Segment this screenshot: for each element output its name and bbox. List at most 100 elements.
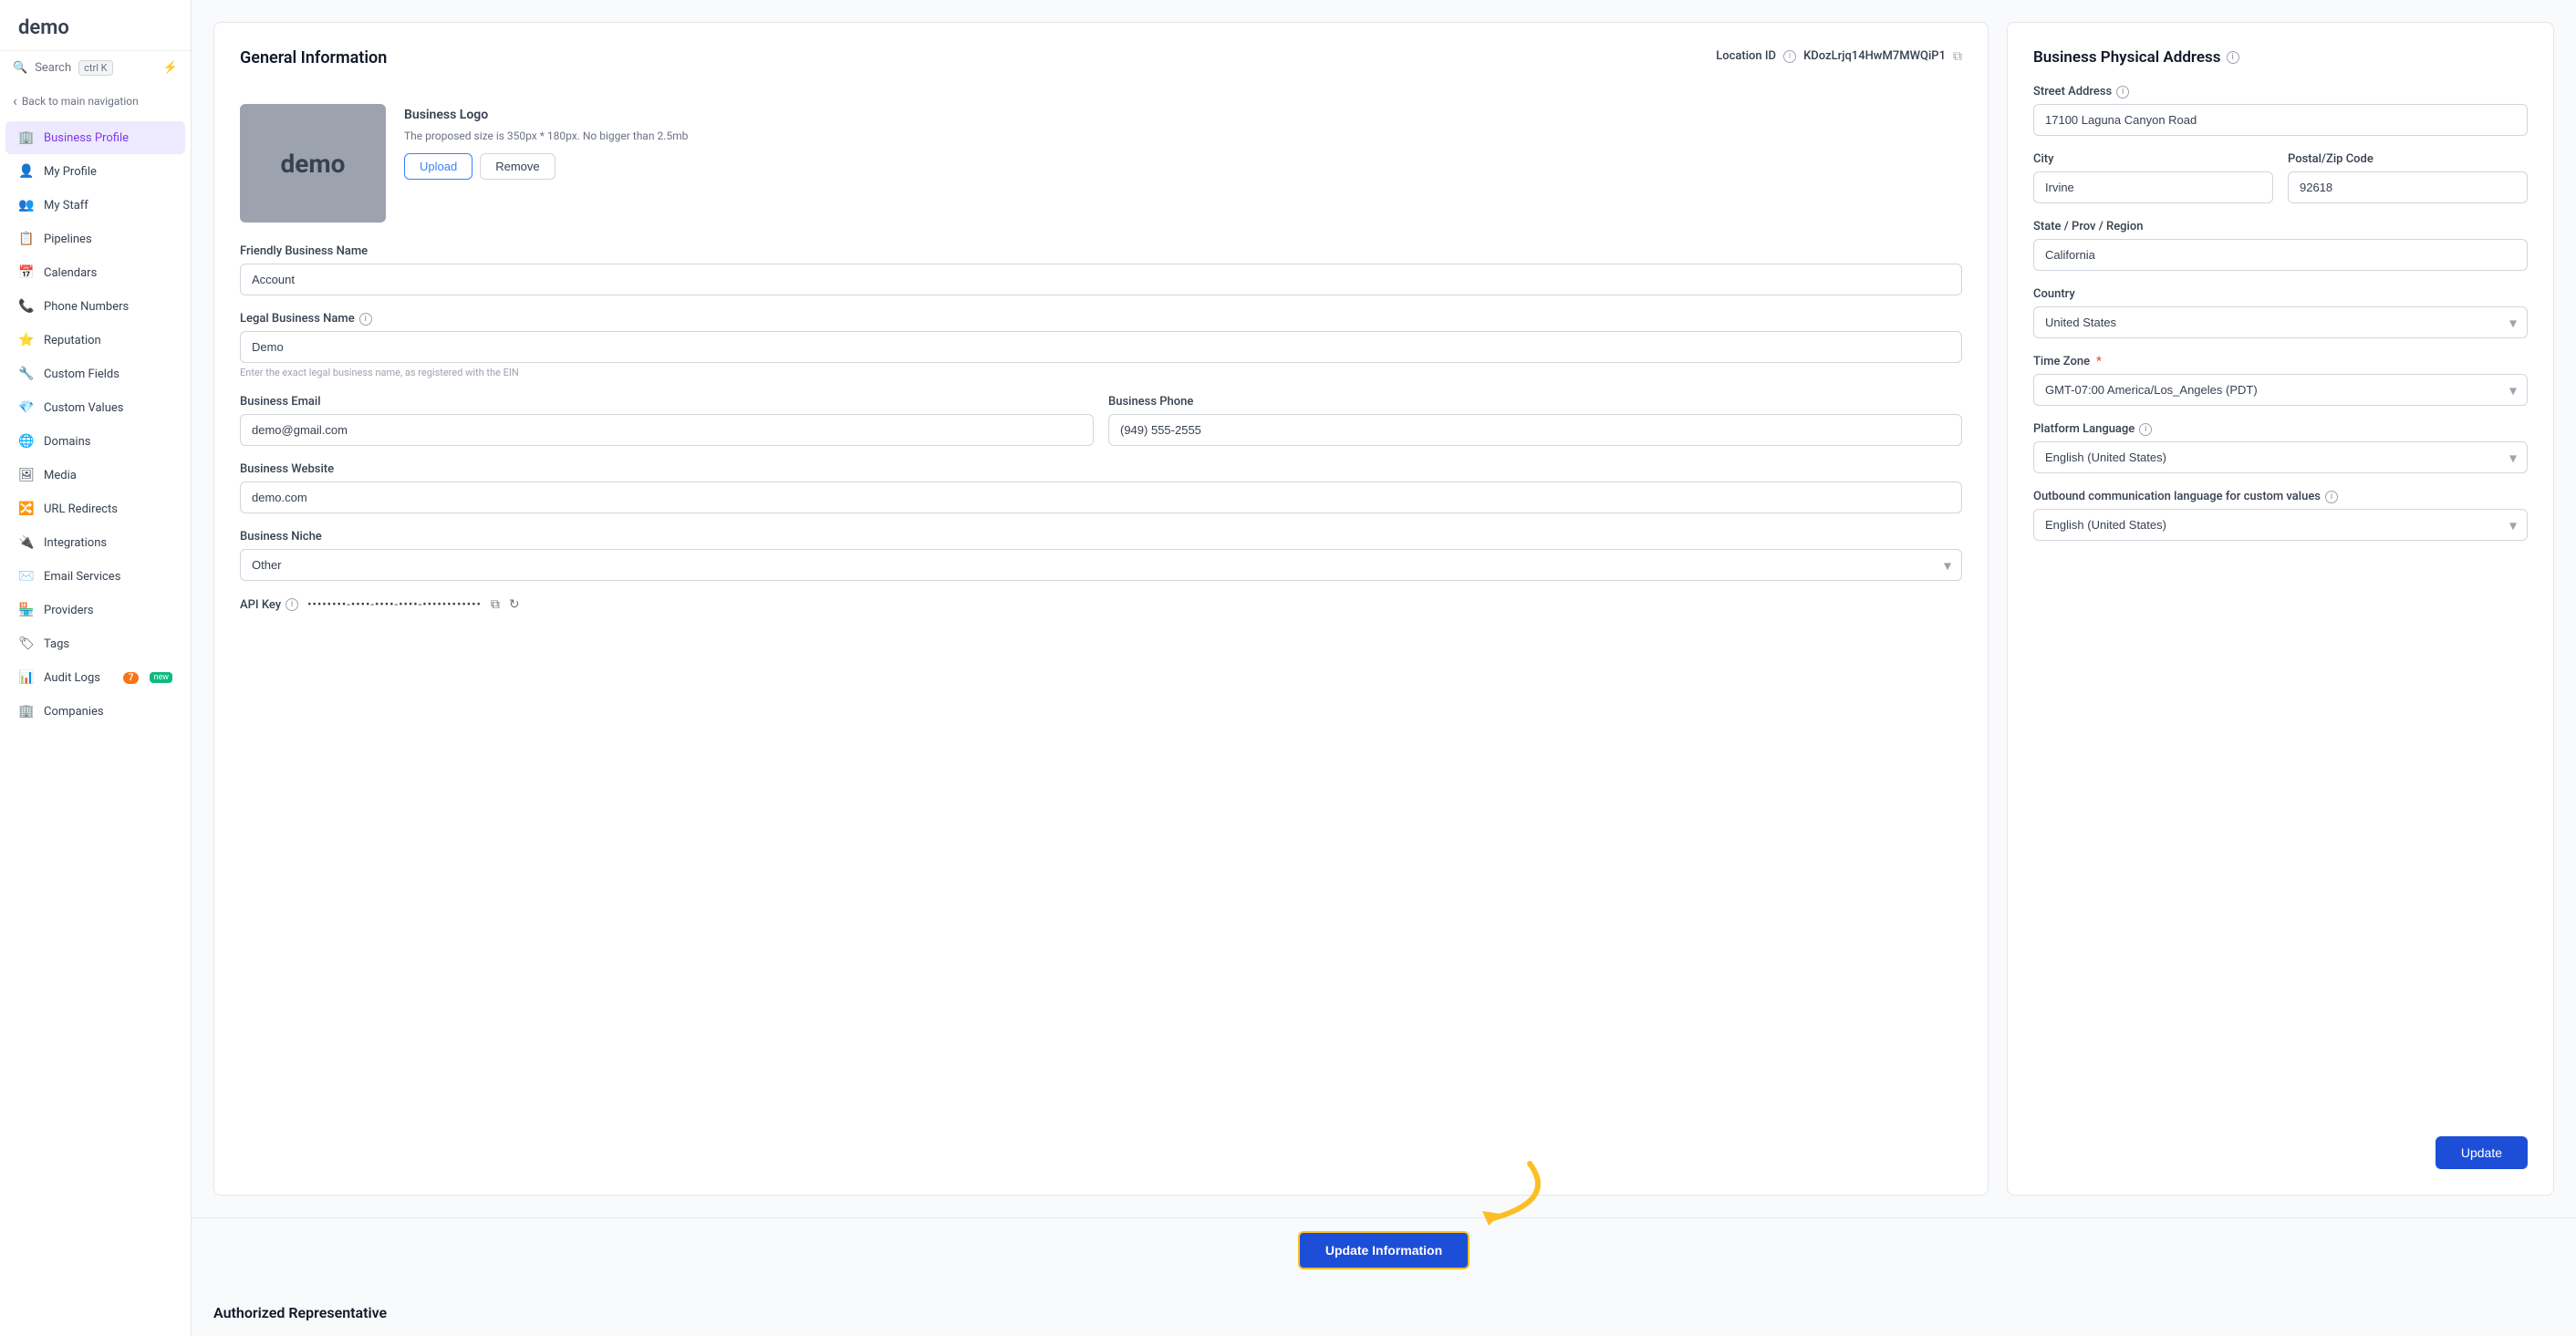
sidebar-item-label-pipelines: Pipelines [44,233,92,246]
sidebar-item-label-providers: Providers [44,604,94,617]
outbound-comm-select[interactable]: English (United States) [2033,509,2528,541]
city-postal-row: City Postal/Zip Code [2033,152,2528,220]
sidebar-item-email-services[interactable]: ✉️ Email Services [5,560,185,593]
integrations-icon: 🔌 [18,534,35,551]
upload-button[interactable]: Upload [404,153,473,180]
business-niche-group: Business Niche Other [240,530,1962,581]
legal-name-info-icon[interactable]: i [359,313,372,326]
platform-lang-info-icon[interactable]: i [2139,423,2152,436]
app-logo: demo [0,0,191,51]
friendly-business-name-input[interactable] [240,264,1962,295]
country-select[interactable]: United States [2033,306,2528,338]
sidebar-item-phone-numbers[interactable]: 📞 Phone Numbers [5,290,185,323]
logo-title: Business Logo [404,108,688,122]
copy-api-key-icon[interactable]: ⧉ [491,597,500,612]
sidebar-item-integrations[interactable]: 🔌 Integrations [5,526,185,559]
business-website-input[interactable] [240,482,1962,513]
search-shortcut: ctrl K [78,60,112,76]
sidebar-item-calendars[interactable]: 📅 Calendars [5,256,185,289]
legal-business-name-input[interactable] [240,331,1962,363]
search-bar[interactable]: 🔍 Search ctrl K ⚡ [0,51,191,85]
update-button[interactable]: Update [2436,1136,2528,1169]
badge-audit-logs: 7 [123,672,140,684]
business-phone-input[interactable] [1108,414,1962,446]
legal-business-name-label: Legal Business Name i [240,312,1962,326]
sidebar-item-pipelines[interactable]: 📋 Pipelines [5,223,185,255]
main-content: General Information Location ID i KDozLr… [192,0,2576,1336]
authorized-rep-label: Authorized Representative [213,1304,2554,1321]
sidebar-item-media[interactable]: 🖼 Media [5,459,185,492]
sidebar-item-providers[interactable]: 🏪 Providers [5,594,185,627]
country-label: Country [2033,287,2528,301]
state-input[interactable] [2033,239,2528,271]
sidebar-item-my-staff[interactable]: 👥 My Staff [5,189,185,222]
sidebar-item-reputation[interactable]: ⭐ Reputation [5,324,185,357]
api-key-row: API Key i ••••••••-••••-••••-••••-••••••… [240,597,1962,612]
business-email-input[interactable] [240,414,1094,446]
update-information-button[interactable]: Update Information [1298,1231,1470,1269]
sidebar-item-label-custom-fields: Custom Fields [44,368,119,381]
phone-numbers-icon: 📞 [18,298,35,315]
companies-icon: 🏢 [18,703,35,720]
sidebar-item-label-custom-values: Custom Values [44,401,124,415]
business-niche-label: Business Niche [240,530,1962,544]
legal-business-name-group: Legal Business Name i Enter the exact le… [240,312,1962,378]
address-info-icon[interactable]: i [2227,51,2239,64]
sidebar-item-label-url-redirects: URL Redirects [44,502,118,516]
content-wrapper: General Information Location ID i KDozLr… [192,0,2576,1217]
email-services-icon: ✉️ [18,568,35,585]
bottom-bar: Update Information [192,1217,2576,1282]
business-physical-address-panel: Business Physical Address i Street Addre… [2007,22,2554,1196]
business-website-label: Business Website [240,462,1962,476]
sidebar-item-custom-fields[interactable]: 🔧 Custom Fields [5,357,185,390]
remove-button[interactable]: Remove [480,153,555,180]
business-website-group: Business Website [240,462,1962,513]
sidebar-item-domains[interactable]: 🌐 Domains [5,425,185,458]
sidebar-item-label-reputation: Reputation [44,334,101,347]
postal-code-input[interactable] [2288,171,2528,203]
sidebar-item-tags[interactable]: 🏷 Tags [5,627,185,660]
timezone-label: Time Zone * [2033,355,2528,368]
platform-language-select[interactable]: English (United States) [2033,441,2528,473]
sidebar-item-my-profile[interactable]: 👤 My Profile [5,155,185,188]
city-group: City [2033,152,2273,203]
street-info-icon[interactable]: i [2116,86,2129,98]
business-email-group: Business Email [240,395,1094,446]
lightning-icon: ⚡ [163,61,178,75]
sidebar-item-audit-logs[interactable]: 📊 Audit Logs 7new [5,661,185,694]
outbound-comm-info-icon[interactable]: i [2325,491,2338,503]
sidebar-item-custom-values[interactable]: 💎 Custom Values [5,391,185,424]
sidebar-item-url-redirects[interactable]: 🔀 URL Redirects [5,492,185,525]
address-title: Business Physical Address i [2033,48,2528,67]
street-address-input[interactable] [2033,104,2528,136]
sidebar-item-label-phone-numbers: Phone Numbers [44,300,129,314]
pipelines-icon: 📋 [18,231,35,247]
country-group: Country United States [2033,287,2528,338]
badge-new-audit-logs: new [150,672,172,683]
business-niche-select[interactable]: Other [240,549,1962,581]
sidebar-item-label-my-staff: My Staff [44,199,88,212]
copy-location-id-icon[interactable]: ⧉ [1953,49,1962,64]
refresh-api-key-icon[interactable]: ↻ [509,597,520,612]
api-key-label: API Key i [240,598,298,612]
platform-language-wrapper: English (United States) [2033,441,2528,473]
sidebar-item-companies[interactable]: 🏢 Companies [5,695,185,728]
friendly-business-name-group: Friendly Business Name [240,244,1962,295]
search-label: Search [35,61,71,75]
sidebar-nav: 🏢 Business Profile 👤 My Profile 👥 My Sta… [0,117,191,1336]
legal-business-name-hint: Enter the exact legal business name, as … [240,367,1962,378]
sidebar-item-label-integrations: Integrations [44,536,107,550]
sidebar-item-business-profile[interactable]: 🏢 Business Profile [5,121,185,154]
location-id-info-icon[interactable]: i [1783,50,1796,63]
api-key-info-icon[interactable]: i [286,598,298,611]
calendars-icon: 📅 [18,264,35,281]
back-navigation[interactable]: Back to main navigation [0,85,191,117]
logo-preview: demo [240,104,386,223]
street-address-label: Street Address i [2033,85,2528,98]
timezone-select[interactable]: GMT-07:00 America/Los_Angeles (PDT) [2033,374,2528,406]
logo-text: demo [281,149,346,179]
url-redirects-icon: 🔀 [18,501,35,517]
custom-fields-icon: 🔧 [18,366,35,382]
sidebar-item-label-email-services: Email Services [44,570,120,584]
city-input[interactable] [2033,171,2273,203]
